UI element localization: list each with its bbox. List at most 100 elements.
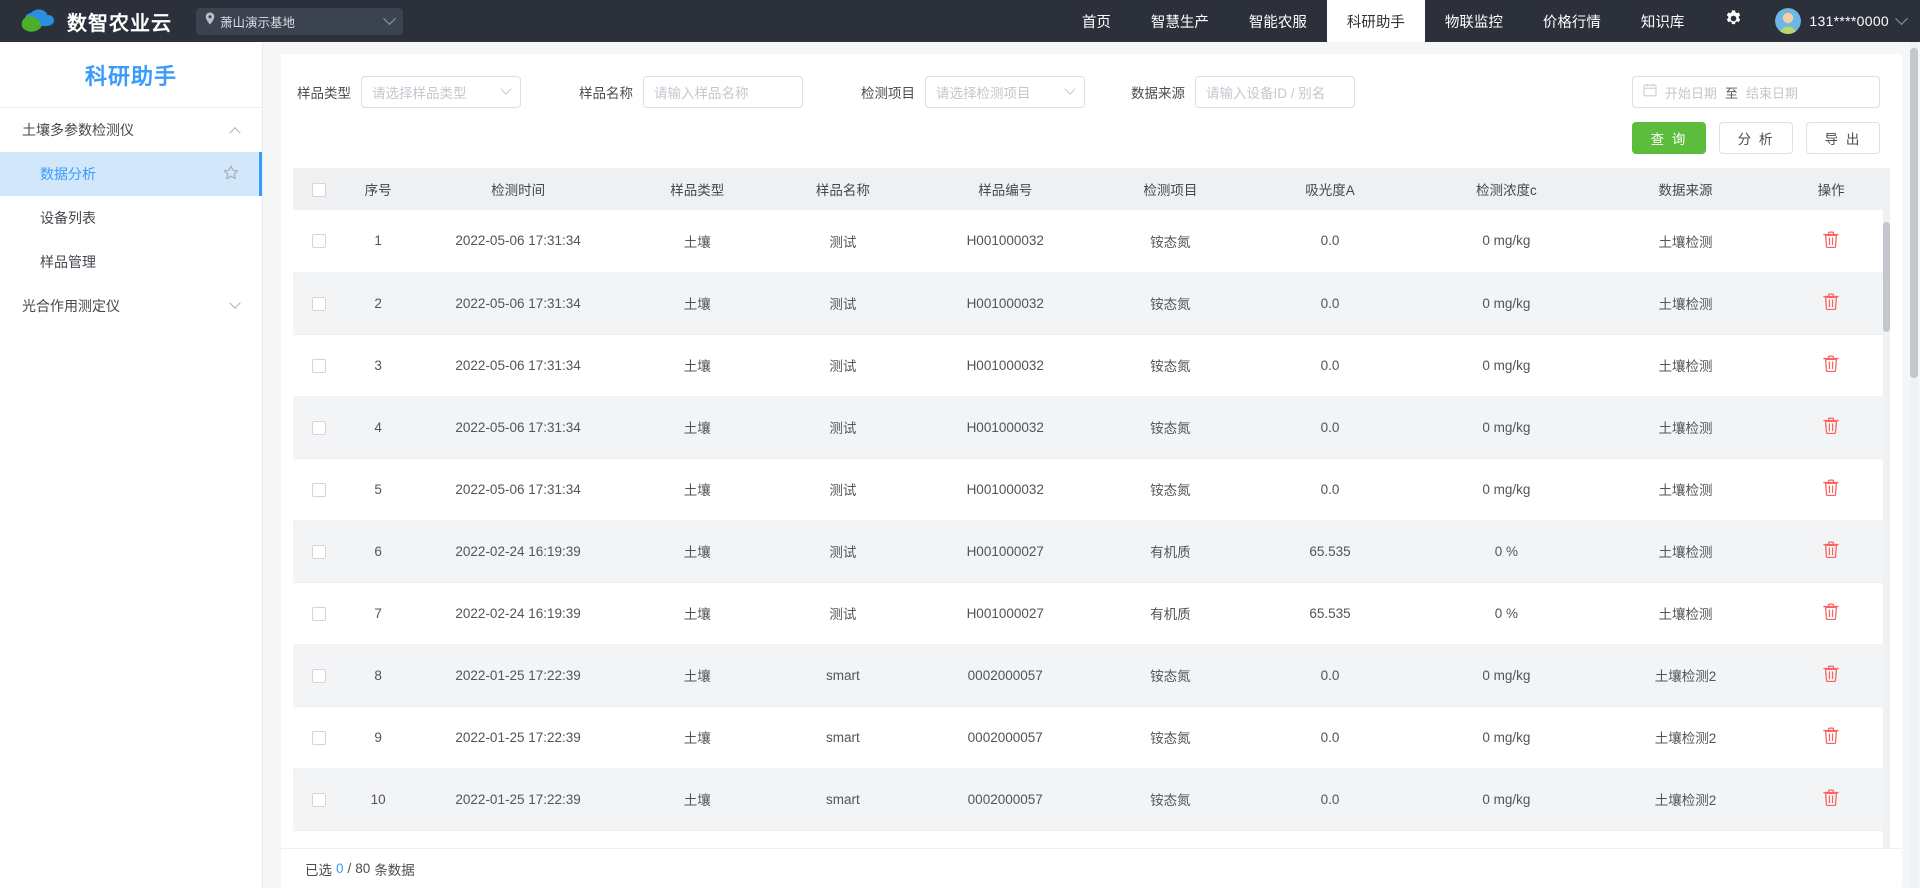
sidebar-item-sample-management[interactable]: 样品管理: [0, 240, 262, 284]
nav-item-iot-monitoring[interactable]: 物联监控: [1425, 0, 1523, 42]
analyze-button[interactable]: 分 析: [1719, 122, 1793, 154]
col-concentration: 检测浓度c: [1413, 168, 1599, 210]
row-concentration: 0 mg/kg: [1413, 458, 1599, 521]
row-test-item: 铵态氮: [1094, 396, 1246, 459]
trash-icon[interactable]: [1823, 293, 1839, 313]
checkbox-unchecked-icon[interactable]: [311, 234, 326, 249]
trash-icon[interactable]: [1823, 541, 1839, 561]
checkbox-unchecked-icon[interactable]: [311, 730, 326, 745]
settings-button[interactable]: [1704, 9, 1763, 33]
results-table: 序号 检测时间 样品类型 样品名称 样品编号 检测项目 吸光度A 检测浓度c 数…: [293, 168, 1890, 831]
nav-item-knowledge-base[interactable]: 知识库: [1621, 0, 1705, 42]
table-row[interactable]: 1 2022-05-06 17:31:34 土壤 测试 H001000032 铵态氮 0.0…: [293, 210, 1890, 273]
col-test-time: 检测时间: [411, 168, 625, 210]
checkbox-unchecked-icon[interactable]: [311, 358, 326, 373]
sidebar-item-data-analysis[interactable]: 数据分析: [0, 152, 262, 196]
table-scrollbar-track[interactable]: [1883, 210, 1890, 848]
checkbox-unchecked-icon[interactable]: [311, 482, 326, 497]
page-scrollbar-thumb[interactable]: [1910, 48, 1918, 378]
table-row[interactable]: 6 2022-02-24 16:19:39 土壤 测试 H001000027 有机质 65.…: [293, 520, 1890, 583]
row-sample-no: H001000032: [915, 210, 1095, 273]
checkbox-unchecked-icon[interactable]: [311, 296, 326, 311]
row-data-source: 土壤检测: [1598, 396, 1773, 459]
checkbox-unchecked-icon[interactable]: [311, 182, 326, 197]
trash-icon[interactable]: [1823, 603, 1839, 623]
trash-icon[interactable]: [1823, 789, 1839, 809]
table-row[interactable]: 3 2022-05-06 17:31:34 土壤 测试 H001000032 铵态氮 0.0…: [293, 334, 1890, 397]
trash-icon[interactable]: [1823, 231, 1839, 251]
trash-icon[interactable]: [1823, 727, 1839, 747]
sidebar-group-photosynthesis-meter[interactable]: 光合作用测定仪: [0, 284, 262, 328]
selection-suffix: 条数据: [374, 862, 415, 878]
table-row[interactable]: 4 2022-05-06 17:31:34 土壤 测试 H001000032 铵态氮 0.0…: [293, 396, 1890, 459]
col-sample-name: 样品名称: [770, 168, 916, 210]
site-selector-value: 萧山演示基地: [220, 15, 296, 30]
row-absorbance: 0.0: [1246, 334, 1414, 397]
checkbox-unchecked-icon[interactable]: [311, 544, 326, 559]
sidebar-group-label: 光合作用测定仪: [22, 298, 120, 314]
sample-name-input[interactable]: 请输入样品名称: [643, 76, 803, 108]
date-range-picker[interactable]: 开始日期 至 结束日期: [1632, 76, 1880, 108]
nav-label: 首页: [1081, 14, 1111, 31]
row-index: 8: [344, 644, 412, 707]
table-row[interactable]: 2 2022-05-06 17:31:34 土壤 测试 H001000032 铵态氮 0.0…: [293, 272, 1890, 335]
site-selector[interactable]: 萧山演示基地: [196, 7, 403, 35]
main-content: 样品类型 请选择样品类型 样品名称 请输入样品名称 检测项目 请选择检测项目 数…: [263, 42, 1920, 888]
main-nav-menu: 首页 智慧生产 智能农服 科研助手 物联监控 价格行情 知识库: [1062, 0, 1705, 42]
row-sample-name: 测试: [770, 396, 916, 459]
row-sample-no: H001000032: [915, 396, 1095, 459]
sidebar-item-label: 设备列表: [40, 210, 96, 226]
table-row[interactable]: 7 2022-02-24 16:19:39 土壤 测试 H001000027 有机质 65.…: [293, 582, 1890, 645]
trash-icon[interactable]: [1823, 417, 1839, 437]
nav-item-smart-production[interactable]: 智慧生产: [1131, 0, 1229, 42]
nav-item-home[interactable]: 首页: [1062, 0, 1131, 42]
query-button[interactable]: 查 询: [1632, 122, 1706, 154]
export-button[interactable]: 导 出: [1806, 122, 1880, 154]
row-absorbance: 0.0: [1246, 706, 1414, 769]
trash-icon[interactable]: [1823, 355, 1839, 375]
filter-sample-type: 样品类型 请选择样品类型: [297, 76, 521, 108]
row-data-source: 土壤检测: [1598, 334, 1773, 397]
table-row[interactable]: 10 2022-01-25 17:22:39 土壤 smart 0002000057 铵态…: [293, 768, 1890, 831]
row-actions-cell: [1772, 272, 1890, 335]
data-source-input[interactable]: 请输入设备ID / 别名: [1195, 76, 1355, 108]
checkbox-unchecked-icon[interactable]: [311, 420, 326, 435]
chevron-down-icon: [1895, 11, 1908, 25]
table-row[interactable]: 5 2022-05-06 17:31:34 土壤 测试 H001000032 铵态氮 0.0…: [293, 458, 1890, 521]
sidebar-title: 科研助手: [0, 42, 262, 108]
test-item-select[interactable]: 请选择检测项目: [925, 76, 1085, 108]
col-sample-no: 样品编号: [915, 168, 1095, 210]
row-sample-type: 土壤: [624, 272, 771, 335]
table-row[interactable]: 8 2022-01-25 17:22:39 土壤 smart 0002000057 铵态氮…: [293, 644, 1890, 707]
location-pin-icon: [205, 12, 215, 30]
nav-label: 价格行情: [1542, 14, 1601, 31]
checkbox-unchecked-icon[interactable]: [311, 668, 326, 683]
row-test-item: 铵态氮: [1094, 706, 1246, 769]
user-phone-label: 131****0000: [1809, 13, 1889, 29]
row-sample-type: 土壤: [624, 210, 771, 273]
trash-icon[interactable]: [1823, 665, 1839, 685]
sidebar-item-device-list[interactable]: 设备列表: [0, 196, 262, 240]
nav-item-research-assistant[interactable]: 科研助手: [1326, 0, 1425, 42]
select-all-header: [293, 168, 345, 210]
selection-prefix: 已选: [305, 862, 332, 878]
sidebar-group-soil-analyzer[interactable]: 土壤多参数检测仪: [0, 108, 262, 152]
row-sample-type: 土壤: [624, 458, 771, 521]
row-test-time: 2022-05-06 17:31:34: [411, 458, 625, 521]
table-scrollbar-thumb[interactable]: [1883, 222, 1890, 332]
star-outline-icon[interactable]: [223, 164, 239, 184]
trash-icon[interactable]: [1823, 479, 1839, 499]
nav-item-price-market[interactable]: 价格行情: [1523, 0, 1621, 42]
checkbox-unchecked-icon[interactable]: [311, 792, 326, 807]
filter-test-item: 检测项目 请选择检测项目: [861, 76, 1085, 108]
sidebar-item-label: 数据分析: [40, 166, 96, 182]
sample-type-placeholder: 请选择样品类型: [372, 86, 467, 101]
user-menu[interactable]: 131****0000: [1763, 8, 1908, 34]
row-sample-no: 0002000057: [915, 768, 1095, 831]
row-test-item: 铵态氮: [1094, 210, 1246, 273]
sample-type-select[interactable]: 请选择样品类型: [361, 76, 521, 108]
table-row[interactable]: 9 2022-01-25 17:22:39 土壤 smart 0002000057 铵态氮…: [293, 706, 1890, 769]
row-actions-cell: [1772, 582, 1890, 645]
nav-item-smart-agri-service[interactable]: 智能农服: [1229, 0, 1327, 42]
checkbox-unchecked-icon[interactable]: [311, 606, 326, 621]
